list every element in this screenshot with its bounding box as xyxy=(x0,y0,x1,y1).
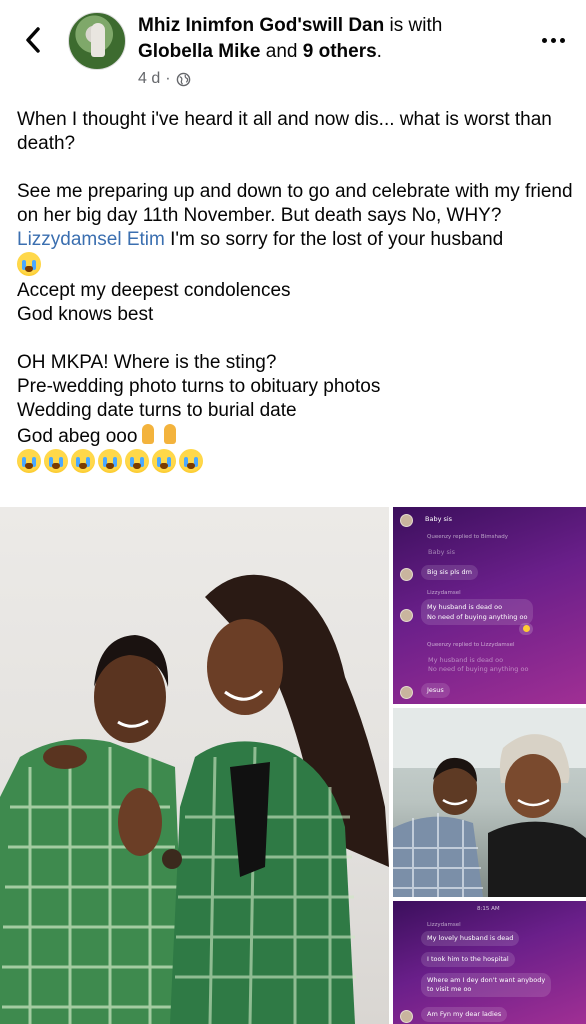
dot-icon xyxy=(559,37,565,43)
chat-avatar xyxy=(400,514,413,527)
mention-text: I'm so sorry for the lost of your husban… xyxy=(164,229,504,250)
post-body: When I thought i've heard it all and now… xyxy=(17,108,577,476)
chevron-left-icon xyxy=(26,27,40,53)
back-button[interactable] xyxy=(18,22,48,58)
chat-message: My husband is dead oo No need of buying … xyxy=(421,599,534,625)
crying-face-icon xyxy=(125,449,149,473)
quoted-line: No need of buying anything oo xyxy=(428,665,529,673)
mention-line: Lizzydamsel Etim I'm so sorry for the lo… xyxy=(17,228,577,252)
crying-face-icon xyxy=(44,449,68,473)
emoji-line xyxy=(17,252,577,279)
chat-message: Am Fyn my dear ladies xyxy=(421,1007,508,1022)
emoji-row xyxy=(17,449,577,476)
chat-message-line: Where am I dey don't want anybody xyxy=(427,976,546,984)
quoted-message: My husband is dead oo No need of buying … xyxy=(428,656,528,674)
post-line: Wedding date turns to burial date xyxy=(17,400,297,421)
author-line: Mhiz Inimfon God'swill Dan is with Globe… xyxy=(138,13,538,65)
sender-name: Lizzydamsel xyxy=(427,922,461,928)
crying-face-icon xyxy=(152,449,176,473)
post-line: Pre-wedding photo turns to obituary phot… xyxy=(17,376,381,397)
author-name[interactable]: Mhiz Inimfon God'swill Dan xyxy=(138,15,384,36)
sender-name: Lizzydamsel xyxy=(427,590,461,596)
crying-face-icon xyxy=(17,252,41,276)
chat-message: Big sis pls dm xyxy=(421,565,478,580)
chat-message: Where am I dey don't want anybody to vis… xyxy=(421,973,552,997)
with-text: is with xyxy=(389,15,443,36)
post-line: When I thought i've heard it all and now… xyxy=(17,109,558,154)
post-line: OH MKPA! Where is the sting? xyxy=(17,352,277,373)
praying-hands-icon xyxy=(159,423,181,445)
chat-avatar xyxy=(400,1010,413,1023)
post-time[interactable]: 4 d xyxy=(138,70,160,88)
reaction-emoji-icon xyxy=(519,623,533,635)
chat-message: Baby sis xyxy=(425,515,453,523)
chat-message-line: My husband is dead oo xyxy=(427,603,503,611)
chat-avatar xyxy=(400,609,413,622)
couple-photo[interactable] xyxy=(0,507,389,1024)
chat-message-line: to visit me oo xyxy=(427,985,472,993)
tagged-name[interactable]: Globella Mike xyxy=(138,41,260,62)
chat-screenshot-1[interactable]: Baby sis Queenzy replied to Bimshady Bab… xyxy=(393,507,586,704)
chat-avatar xyxy=(400,568,413,581)
mention-link[interactable]: Lizzydamsel Etim xyxy=(17,229,165,250)
chat-timestamp: 8:15 AM xyxy=(477,906,500,912)
selfie-illustration xyxy=(393,708,586,897)
post-line: Accept my deepest condolences xyxy=(17,280,291,301)
period: . xyxy=(376,41,382,62)
more-options-button[interactable] xyxy=(538,30,568,50)
praying-hands-icon xyxy=(137,423,159,445)
reply-indicator: Queenzy replied to Bimshady xyxy=(427,534,509,540)
chat-message: I took him to the hospital xyxy=(421,952,515,967)
post-header: Mhiz Inimfon God'swill Dan is with Globe… xyxy=(0,0,586,100)
couple-illustration xyxy=(0,574,389,1024)
photo-grid: Baby sis Queenzy replied to Bimshady Bab… xyxy=(0,507,586,1024)
post-line-text: God abeg ooo xyxy=(17,426,138,447)
dot-icon xyxy=(541,37,547,43)
crying-face-icon xyxy=(179,449,203,473)
reply-indicator: Queenzy replied to Lizzydamsel xyxy=(427,642,515,648)
crying-face-icon xyxy=(17,449,41,473)
post-meta: 4 d · xyxy=(138,70,191,88)
dot-icon xyxy=(550,37,556,43)
prayer-line: God abeg ooo xyxy=(17,423,577,449)
chat-message: Jesus xyxy=(421,683,450,698)
globe-icon xyxy=(176,72,190,86)
others-link[interactable]: 9 others xyxy=(303,41,377,62)
crying-face-icon xyxy=(71,449,95,473)
author-avatar[interactable] xyxy=(68,12,126,70)
crying-face-icon xyxy=(98,449,122,473)
quoted-message: Baby sis xyxy=(428,548,456,556)
chat-message-line: No need of buying anything oo xyxy=(427,613,528,621)
quoted-line: My husband is dead oo xyxy=(428,656,504,664)
and-text: and xyxy=(265,41,298,62)
chat-screenshot-2[interactable]: 8:15 AM Lizzydamsel My lovely husband is… xyxy=(393,901,586,1024)
meta-separator: · xyxy=(165,70,171,87)
chat-avatar xyxy=(400,686,413,699)
post-line: God knows best xyxy=(17,304,154,325)
post-line: See me preparing up and down to go and c… xyxy=(17,181,578,226)
couple-selfie[interactable] xyxy=(393,708,586,897)
chat-message: My lovely husband is dead xyxy=(421,931,520,946)
